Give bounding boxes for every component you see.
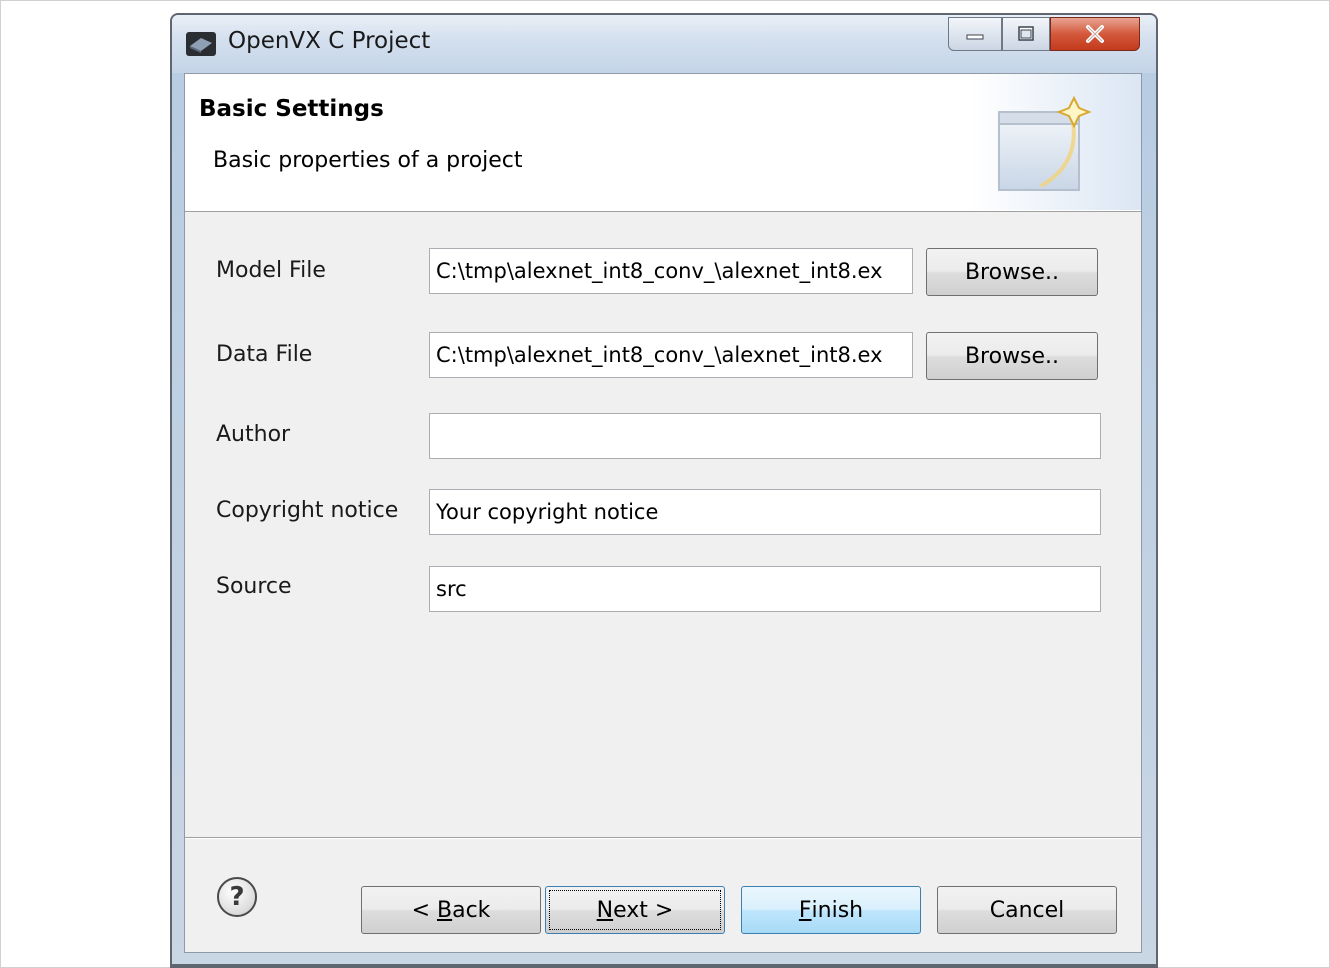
data-file-browse-button[interactable]: Browse..: [926, 332, 1098, 380]
copyright-input[interactable]: [429, 489, 1101, 535]
next-button[interactable]: Next >: [545, 886, 725, 934]
wizard-banner: Basic Settings Basic properties of a pro…: [185, 74, 1141, 212]
title-bar[interactable]: OpenVX C Project: [172, 15, 1156, 73]
page-title: Basic Settings: [199, 96, 384, 122]
dialog-client-area: Basic Settings Basic properties of a pro…: [184, 73, 1142, 953]
back-button-prefix: <: [411, 897, 437, 923]
data-file-input[interactable]: [429, 332, 913, 378]
close-icon: [1086, 25, 1104, 43]
author-label: Author: [216, 422, 291, 447]
window-title: OpenVX C Project: [228, 28, 431, 54]
help-glyph: ?: [229, 882, 245, 912]
footer-separator: [185, 837, 1141, 839]
author-input[interactable]: [429, 413, 1101, 459]
window-controls: [948, 17, 1140, 53]
close-button[interactable]: [1050, 17, 1140, 51]
model-file-row: Model File Browse..: [185, 248, 1141, 296]
dialog-window: OpenVX C Project Basic Settings Basic pr…: [170, 13, 1158, 966]
source-input[interactable]: [429, 566, 1101, 612]
maximize-icon: [1018, 26, 1034, 41]
minimize-icon: [966, 34, 984, 40]
model-file-browse-button[interactable]: Browse..: [926, 248, 1098, 296]
model-file-label: Model File: [216, 258, 326, 283]
window-bottom-edge: [170, 964, 1158, 968]
openvx-app-icon: [186, 32, 216, 56]
help-icon[interactable]: ?: [217, 877, 257, 917]
focus-rectangle: [549, 890, 721, 930]
cancel-button[interactable]: Cancel: [937, 886, 1117, 934]
page-description: Basic properties of a project: [213, 148, 523, 173]
copyright-row: Copyright notice: [185, 489, 1141, 537]
finish-button-mnemonic: F: [798, 897, 812, 923]
back-button-mnemonic: B: [437, 897, 453, 923]
author-row: Author: [185, 413, 1141, 461]
finish-button[interactable]: Finish: [741, 886, 921, 934]
copyright-label: Copyright notice: [216, 498, 399, 523]
back-button-rest: ack: [452, 897, 491, 923]
minimize-button[interactable]: [948, 17, 1002, 51]
source-label: Source: [216, 574, 292, 599]
data-file-label: Data File: [216, 342, 313, 367]
model-file-input[interactable]: [429, 248, 913, 294]
finish-button-rest: inish: [811, 897, 864, 923]
data-file-row: Data File Browse..: [185, 332, 1141, 380]
source-row: Source: [185, 566, 1141, 614]
wizard-banner-icon: [971, 74, 1141, 210]
maximize-button[interactable]: [1002, 17, 1050, 51]
back-button[interactable]: < Back: [361, 886, 541, 934]
